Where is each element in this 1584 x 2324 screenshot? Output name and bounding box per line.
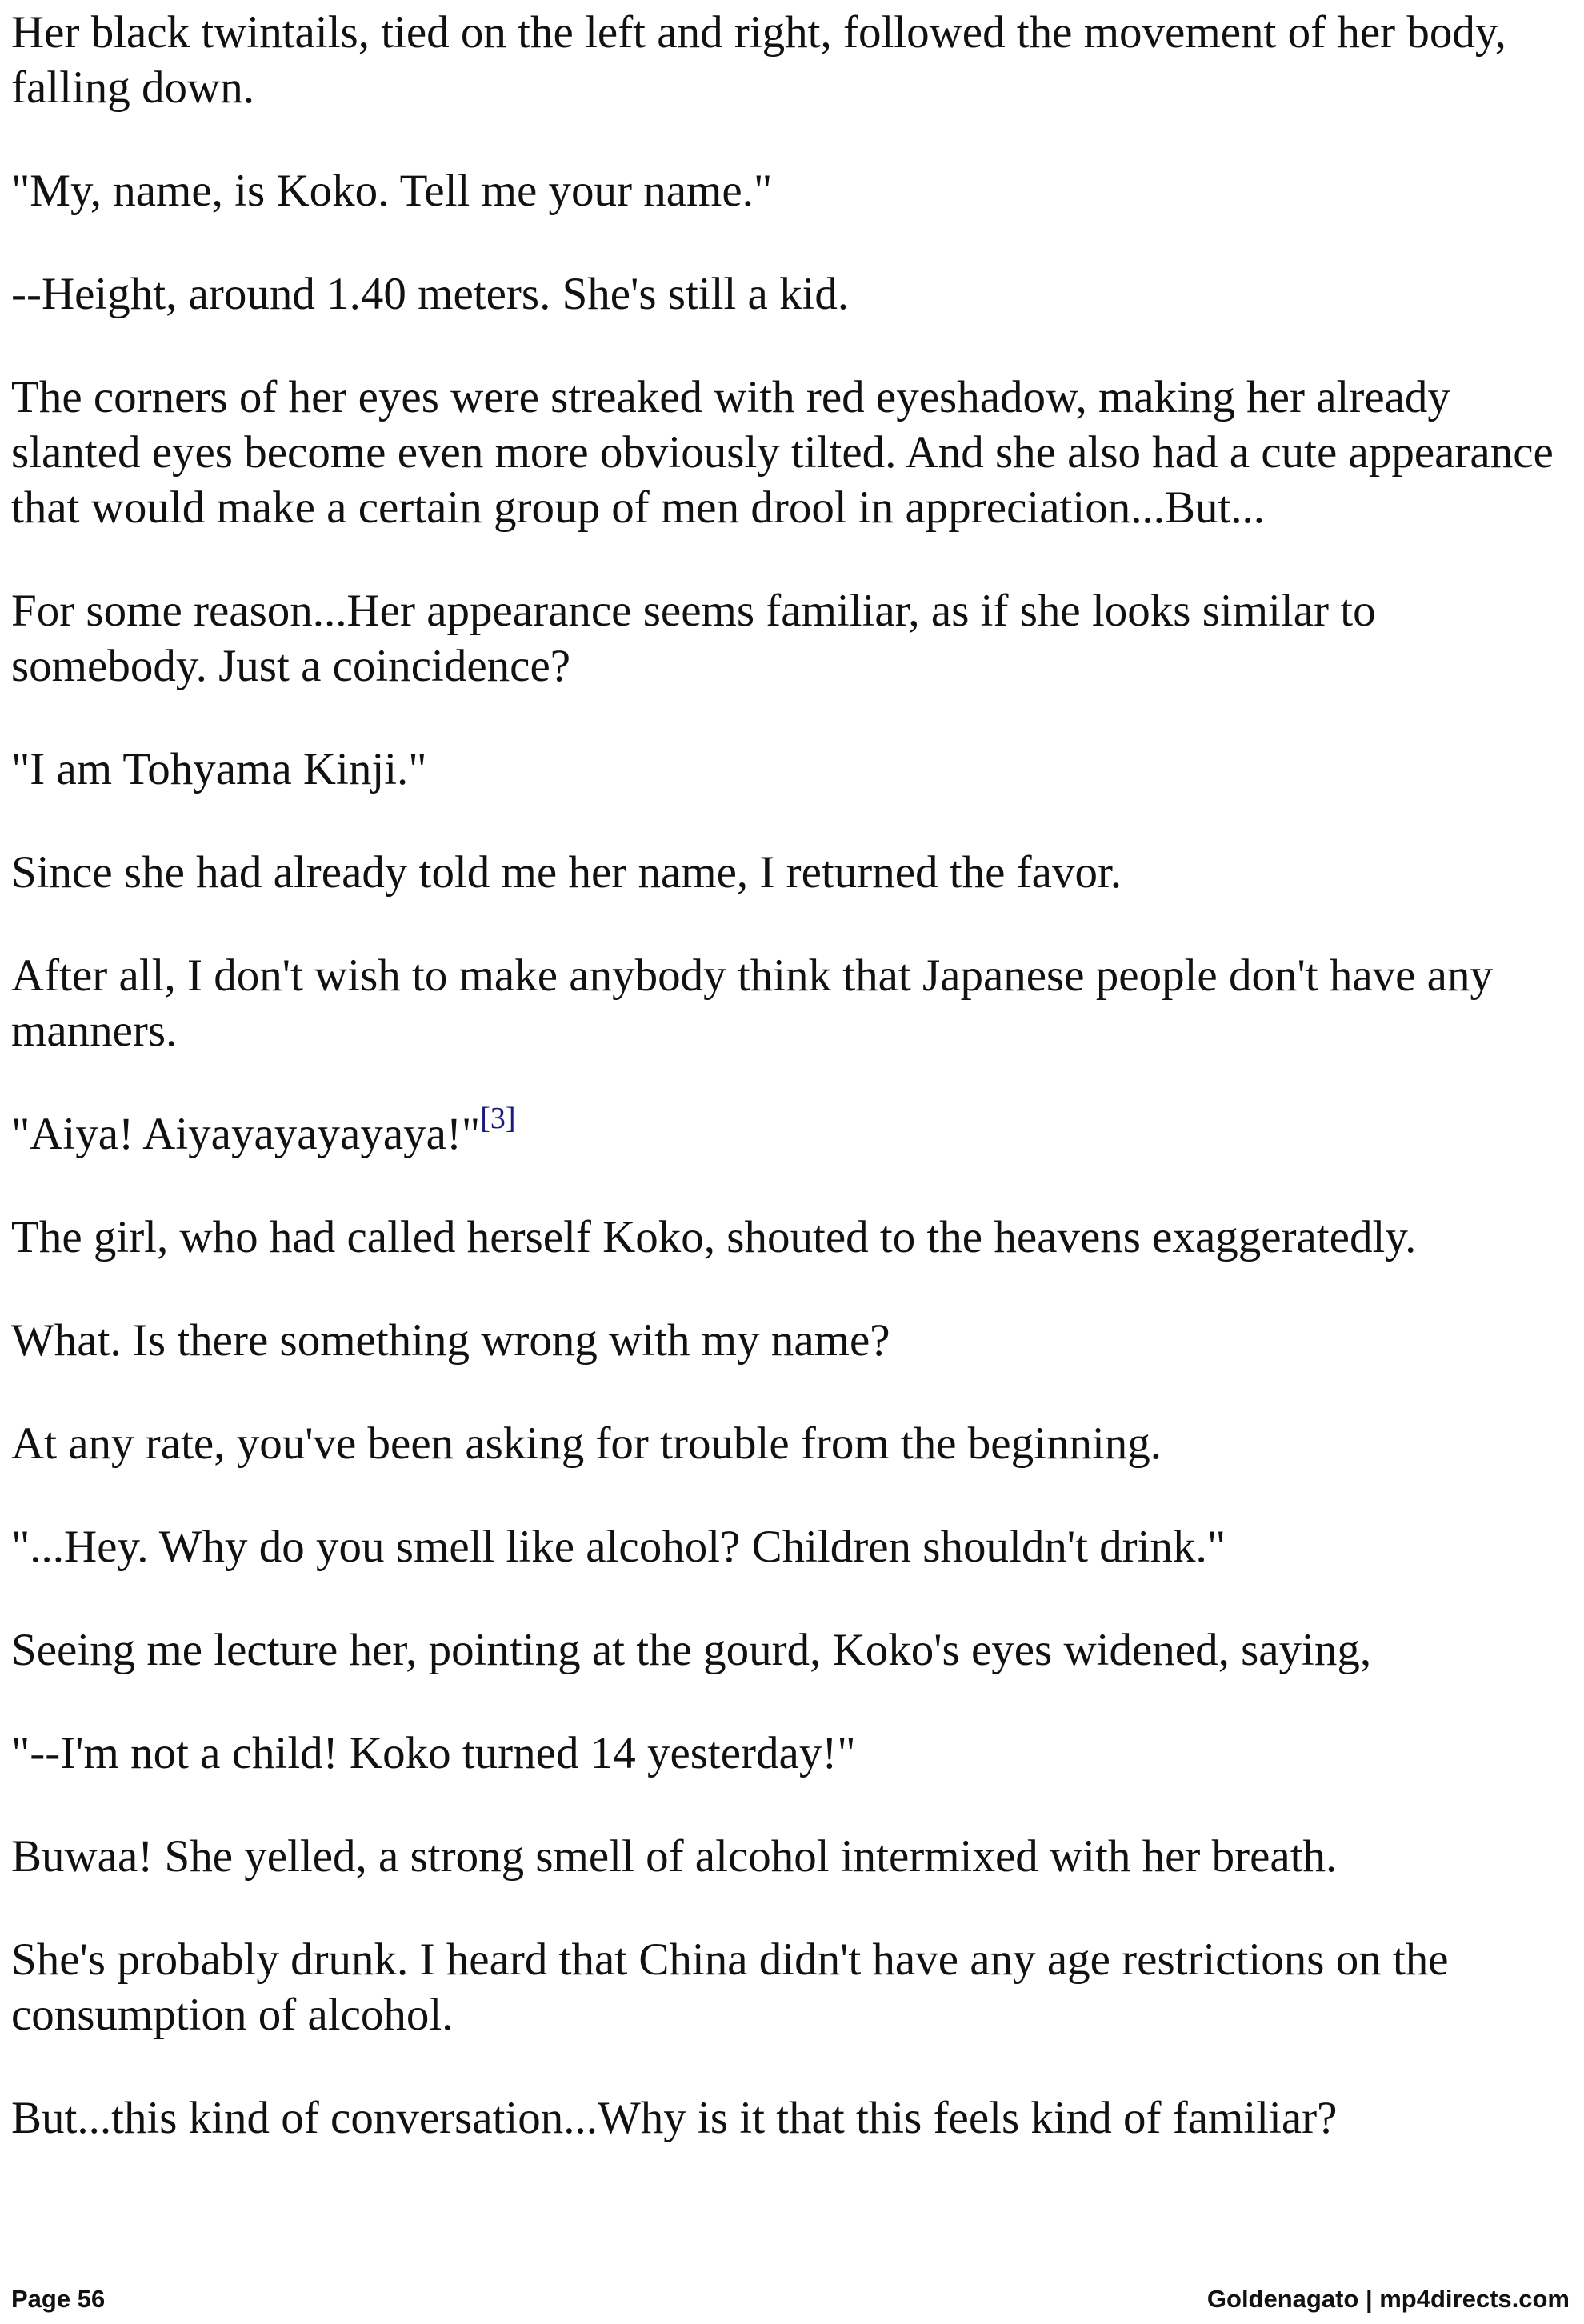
paragraph: The girl, who had called herself Koko, s…	[11, 1212, 1417, 1262]
paragraph: "...Hey. Why do you smell like alcohol? …	[11, 1522, 1226, 1572]
paragraph: Since she had already told me her name, …	[11, 847, 1122, 898]
paragraph: "--I'm not a child! Koko turned 14 yeste…	[11, 1728, 856, 1778]
page-body: Her black twintails, tied on the left an…	[11, 5, 1576, 2194]
paragraph: What. Is there something wrong with my n…	[11, 1315, 890, 1366]
paragraph: Seeing me lecture her, pointing at the g…	[11, 1625, 1372, 1675]
paragraph: --Height, around 1.40 meters. She's stil…	[11, 269, 850, 319]
page-footer: Page 56 Goldenagato | mp4directs.com	[11, 2285, 1570, 2317]
paragraph: At any rate, you've been asking for trou…	[11, 1418, 1162, 1469]
page-number: Page 56	[11, 2285, 106, 2313]
footer-credit: Goldenagato | mp4directs.com	[1206, 2285, 1570, 2313]
paragraph: Buwaa! She yelled, a strong smell of alc…	[11, 1831, 1338, 1882]
paragraph: The corners of her eyes were streaked wi…	[11, 372, 1554, 533]
document-page: Her black twintails, tied on the left an…	[0, 0, 1584, 2324]
paragraph-with-footnote: "Aiya! Aiyayayayayaya!"[3]	[11, 1103, 1576, 1162]
paragraph: But...this kind of conversation...Why is…	[11, 2093, 1338, 2143]
paragraph: Her black twintails, tied on the left an…	[11, 7, 1506, 113]
paragraph: After all, I don't wish to make anybody …	[11, 950, 1493, 1056]
dialogue-text: "Aiya! Aiyayayayayaya!"	[11, 1109, 481, 1159]
paragraph: She's probably drunk. I heard that China…	[11, 1934, 1449, 2040]
footnote-link[interactable]: [3]	[480, 1102, 515, 1135]
paragraph: "I am Tohyama Kinji."	[11, 744, 427, 794]
paragraph: "My, name, is Koko. Tell me your name."	[11, 166, 773, 216]
paragraph: For some reason...Her appearance seems f…	[11, 586, 1376, 691]
